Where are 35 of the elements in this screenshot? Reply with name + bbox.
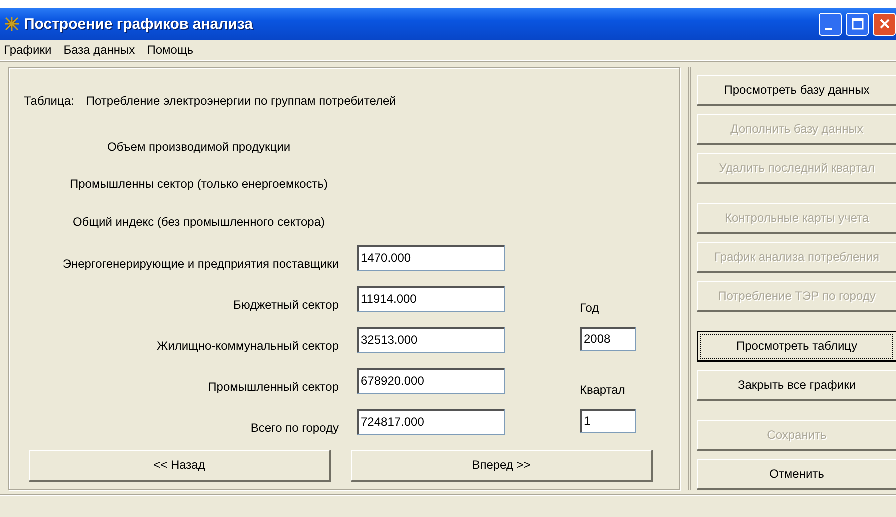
field-label: Энергогенерирующие и предприятия поставщики (62, 256, 340, 271)
input-field[interactable]: 11914.000 (357, 286, 505, 312)
section-heading: Общий индекс (без промышленного сектора) (72, 214, 326, 229)
action-button[interactable]: Просмотреть таблицу (697, 331, 896, 362)
close-button[interactable] (873, 12, 896, 36)
menu-item[interactable]: База данных (64, 43, 136, 57)
input-field[interactable]: 678920.000 (357, 368, 505, 394)
maximize-icon (852, 18, 864, 30)
field-label: Всего по городу (250, 420, 340, 435)
input-field[interactable]: 1470.000 (357, 244, 505, 270)
table-label: Таблица: (24, 94, 74, 108)
quarter-field[interactable]: 1 (580, 408, 636, 432)
next-button[interactable]: Вперед >> (351, 450, 653, 482)
action-button[interactable]: Отменить (697, 459, 896, 490)
minimize-button[interactable] (819, 12, 842, 36)
menu-item[interactable]: Графики (4, 43, 52, 57)
maximize-button[interactable] (846, 12, 869, 36)
menu-item[interactable]: Помощь (147, 43, 194, 57)
field-label: Жилищно-коммунальный сектор (156, 338, 340, 353)
field-label: Бюджетный сектор (232, 297, 340, 312)
table-name: Потребление электроэнергии по группам потребителей (86, 94, 396, 108)
input-field[interactable]: 32513.000 (357, 326, 505, 352)
quarter-label: Квартал (580, 382, 626, 398)
back-button[interactable]: << Назад (29, 450, 331, 482)
action-button[interactable]: Просмотреть базу данных (697, 75, 896, 106)
field-label: Промышленный сектор (207, 379, 340, 394)
action-button[interactable]: Закрыть все графики (697, 370, 896, 401)
minimize-icon (825, 28, 832, 30)
section-heading: Объем производимой продукции (107, 140, 291, 154)
input-field[interactable]: 724817.000 (357, 408, 505, 434)
close-icon (878, 18, 890, 30)
window-title: Построение графиков анализа (24, 16, 254, 32)
year-label: Год (580, 300, 600, 316)
section-heading: Промышленны сектор (только енергоемкость) (70, 177, 328, 192)
year-field[interactable]: 2008 (580, 326, 636, 350)
